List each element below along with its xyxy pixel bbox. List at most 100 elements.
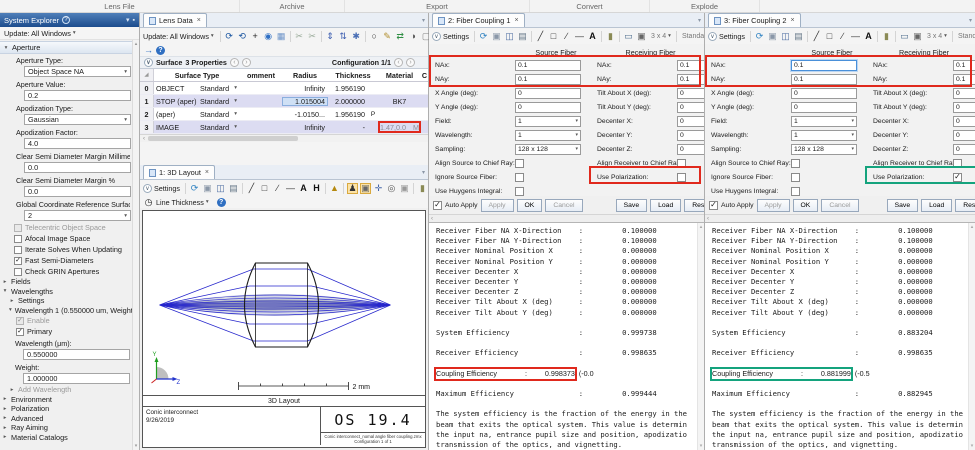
load-button[interactable]: Load [650, 198, 682, 212]
input-decenter-x[interactable]: 0 [953, 115, 975, 127]
sysexp-branch-material-catalogs[interactable]: ▸ Material Catalogs [0, 433, 132, 443]
sysexp-check-iterate-solves-when-updating[interactable]: Iterate Solves When Updating [0, 244, 132, 255]
select-field[interactable]: 1 ▾ [791, 115, 857, 127]
checkbox-align-receiver-to-chief-ray[interactable] [677, 158, 686, 168]
tab-fiber-coupling-2[interactable]: 3: Fiber Coupling 2 × [708, 13, 801, 27]
pin-icon[interactable]: ▪ [133, 17, 135, 24]
input-tilt-about-y-deg[interactable]: 0 [677, 101, 704, 113]
panel-menu-icon[interactable]: ▾ [422, 17, 425, 24]
segment-icon[interactable]: ∕ [561, 31, 572, 42]
refresh-icon[interactable]: ⟳ [478, 31, 489, 42]
sysexp-check-afocal-image-space[interactable]: Afocal Image Space [0, 233, 132, 244]
input-nax[interactable]: 0.1 [515, 59, 581, 71]
ribbon-group-lens-file[interactable]: Lens File [0, 0, 240, 12]
sysexp-section-aperture[interactable]: ▾ Aperture [0, 41, 132, 54]
rotate-cw-icon[interactable]: ⟳ [224, 31, 235, 42]
save-button[interactable]: Save [886, 198, 919, 212]
text-icon[interactable]: A [863, 31, 874, 42]
sysexp-check-check-grin-apertures[interactable]: Check GRIN Apertures [0, 266, 132, 277]
surface-type-dropdown[interactable]: Standard ▾ [200, 97, 240, 106]
scissors-y-icon[interactable]: ✂ [307, 31, 318, 42]
vertical-scrollbar[interactable]: ▴ ▾ [132, 40, 139, 450]
copy-icon[interactable]: ▣ [491, 31, 502, 42]
select-wavelength[interactable]: 1 ▾ [791, 129, 857, 141]
save-icon[interactable]: ◫ [780, 31, 791, 42]
dropdown-apodization-type[interactable]: Gaussian ▾ [24, 114, 131, 125]
lock-icon[interactable]: ▮ [417, 183, 428, 194]
input-nax[interactable]: 0.1 [791, 59, 857, 71]
checkbox[interactable]: ✓ [16, 316, 24, 325]
ribbon-group-convert[interactable]: Convert [530, 0, 650, 12]
monitor-icon[interactable]: ▭ [899, 31, 910, 42]
ribbon-group-explode[interactable]: Explode [650, 0, 760, 12]
ribbon-group-archive[interactable]: Archive [240, 0, 345, 12]
scroll-left-icon[interactable]: ‹ [707, 216, 709, 222]
input-weight[interactable]: 1.000000 [23, 373, 130, 384]
input-y-angle-deg[interactable]: 0 [791, 101, 857, 113]
table-row-surface-1[interactable]: 1 STOP (aper) Standard ▾ 1.015004 2.000000 BK7 [140, 95, 428, 108]
material-cell[interactable]: 1.47,0.0 M [378, 121, 421, 133]
scrollbar-thumb[interactable] [148, 136, 298, 141]
scroll-left-icon[interactable]: ‹ [140, 136, 148, 142]
camera-icon[interactable]: ▣ [359, 182, 371, 194]
refresh-icon[interactable]: ⟳ [754, 31, 765, 42]
style-dropdown[interactable]: Standard ▾ [680, 33, 704, 40]
input-tilt-about-x-deg[interactable]: 0 [953, 87, 975, 99]
settings-dropdown[interactable]: ∨ Settings [143, 183, 180, 193]
sysexp-branch-ray-aiming[interactable]: ▸ Ray Aiming [0, 423, 132, 433]
tree-icon[interactable]: ▲ [329, 183, 340, 194]
scroll-up-icon[interactable]: ▴ [971, 224, 974, 230]
line-thickness-label[interactable]: Line Thickness [156, 198, 204, 207]
style-dropdown[interactable]: Standard ▾ [956, 33, 975, 40]
close-icon[interactable]: × [790, 17, 794, 24]
radius-cell[interactable]: 1.015004 [282, 96, 328, 106]
rect-icon[interactable]: □ [259, 183, 270, 194]
print-icon[interactable]: ▤ [793, 31, 804, 42]
horizontal-scrollbar[interactable]: ‹ [429, 214, 704, 222]
input-nax[interactable]: 0.1 [953, 59, 975, 71]
clock-icon[interactable]: ◷ [143, 197, 154, 208]
apply-button[interactable]: Apply [480, 198, 514, 212]
material-cell[interactable]: BK7 [378, 95, 421, 107]
sysexp-branch-polarization[interactable]: ▸ Polarization [0, 404, 132, 414]
input-decenter-z[interactable]: 0 [953, 143, 975, 155]
config-prev-button[interactable]: ‹ [394, 58, 403, 67]
print-icon[interactable]: ▤ [517, 31, 528, 42]
settings-dropdown[interactable]: ∨ Settings [708, 31, 745, 41]
arrows-updown-icon[interactable]: ⇅ [338, 31, 349, 42]
input-wavelength-m[interactable]: 0.550000 [23, 349, 130, 360]
tab-lens-data[interactable]: Lens Data × [143, 13, 207, 27]
checkbox-align-receiver-to-chief-ray[interactable] [953, 158, 962, 168]
rect-icon[interactable]: □ [548, 31, 559, 42]
chevron-down-icon[interactable]: ▾ [126, 16, 130, 24]
config-next-button[interactable]: › [406, 58, 415, 67]
scroll-down-icon[interactable]: ▾ [700, 443, 703, 449]
checkbox[interactable] [14, 223, 22, 232]
line-icon[interactable]: ╱ [811, 31, 822, 42]
checkbox-use-polarization[interactable]: ✓ [953, 172, 962, 182]
checkbox[interactable] [14, 267, 22, 276]
grid-size-dropdown[interactable]: 3 x 4 ▾ [649, 33, 673, 40]
info-icon[interactable]: ? [62, 16, 71, 24]
input-nax[interactable]: 0.1 [677, 59, 704, 71]
checkbox-use-huygens-integral[interactable] [791, 186, 800, 196]
save-icon[interactable]: ◫ [215, 183, 226, 194]
image-icon[interactable]: ▦ [276, 31, 287, 42]
arrow-right-icon[interactable]: → [143, 45, 154, 56]
checkbox-align-source-to-chief-ray[interactable] [515, 158, 524, 168]
settings-dropdown[interactable]: ∨ Settings [432, 31, 469, 41]
select-wavelength[interactable]: 1 ▾ [515, 129, 581, 141]
apply-button[interactable]: Apply [756, 198, 790, 212]
checkbox[interactable] [14, 234, 22, 243]
panel-menu-icon[interactable]: ▾ [969, 17, 972, 24]
input-decenter-y[interactable]: 0 [953, 129, 975, 141]
horizontal-scrollbar[interactable]: ‹ [705, 214, 975, 222]
refresh-icon[interactable]: ⟳ [189, 183, 200, 194]
scroll-down-icon[interactable]: ▾ [971, 443, 974, 449]
reset-button[interactable]: Reset [684, 198, 704, 212]
input-y-angle-deg[interactable]: 0 [515, 101, 581, 113]
table-row-surface-3[interactable]: 3 IMAGE Standard ▾ Infinity - 1.47,0.0 M [140, 121, 428, 134]
text-icon[interactable]: A [298, 183, 309, 194]
checkbox[interactable] [14, 245, 22, 254]
sysexp-check-primary[interactable]: ✓ Primary [0, 326, 132, 337]
